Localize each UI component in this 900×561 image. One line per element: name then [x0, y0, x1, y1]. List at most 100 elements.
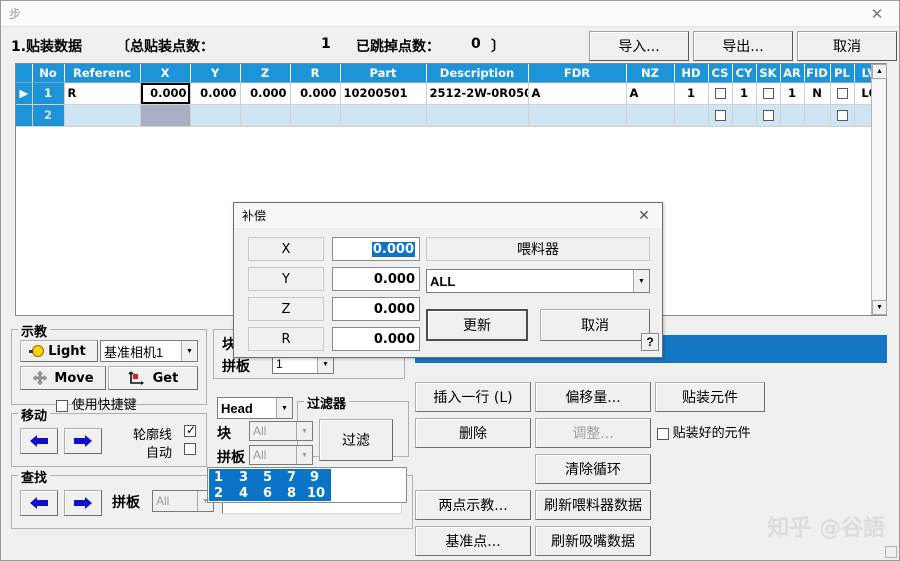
import-button[interactable]: 导入...	[589, 31, 689, 61]
move-button[interactable]: Move	[20, 366, 106, 390]
number-cell-1[interactable]: 1	[214, 470, 223, 485]
cell-hd[interactable]	[674, 104, 708, 126]
clear-loop-button[interactable]: 清除循环	[535, 454, 651, 484]
cell-reference[interactable]	[64, 104, 140, 126]
cell-hd[interactable]: 1	[674, 82, 708, 104]
cell-z[interactable]: 0.000	[240, 82, 290, 104]
chevron-down-icon[interactable]: ▼	[633, 270, 649, 292]
cell-fid[interactable]: N	[804, 82, 830, 104]
cell-cs[interactable]	[708, 82, 732, 104]
cell-nz[interactable]: A	[626, 82, 674, 104]
cell-reference[interactable]: R	[64, 82, 140, 104]
col-cs[interactable]: CS	[708, 64, 732, 82]
dialog-r-input[interactable]: 0.000	[332, 327, 420, 351]
col-reference[interactable]: Referenc	[64, 64, 140, 82]
col-no[interactable]: No	[32, 64, 64, 82]
number-cell-6[interactable]: 6	[263, 486, 272, 501]
close-icon[interactable]: ✕	[855, 1, 899, 26]
col-cy[interactable]: CY	[732, 64, 756, 82]
col-z[interactable]: Z	[240, 64, 290, 82]
chevron-down-icon[interactable]: ▼	[181, 341, 197, 361]
help-button[interactable]: ?	[641, 333, 659, 351]
number-cell-7[interactable]: 7	[287, 470, 296, 485]
cell-pl[interactable]	[830, 82, 854, 104]
cell-cy[interactable]	[732, 104, 756, 126]
col-fdr[interactable]: FDR	[528, 64, 626, 82]
number-cell-9[interactable]: 9	[310, 470, 319, 485]
chevron-down-icon[interactable]: ▼	[296, 422, 312, 440]
cell-nz[interactable]	[626, 104, 674, 126]
cell-cy[interactable]: 1	[732, 82, 756, 104]
cell-y[interactable]	[190, 104, 240, 126]
fiducial-button[interactable]: 基准点...	[415, 526, 531, 556]
col-description[interactable]: Description	[426, 64, 528, 82]
head-select[interactable]: Head ▼	[217, 397, 293, 419]
col-x[interactable]: X	[140, 64, 190, 82]
dialog-cancel-button[interactable]: 取消	[540, 309, 650, 341]
cell-r[interactable]: 0.000	[290, 82, 340, 104]
refresh-nozzle-button[interactable]: 刷新吸嘴数据	[535, 526, 651, 556]
col-hd[interactable]: HD	[674, 64, 708, 82]
cell-sk[interactable]	[756, 104, 780, 126]
refresh-feeder-button[interactable]: 刷新喂料器数据	[535, 490, 651, 520]
move-right-button[interactable]	[64, 428, 102, 454]
scrollbar-track[interactable]	[872, 80, 886, 299]
cell-description[interactable]: 2512-2W-0R050-1	[426, 82, 528, 104]
filter-block-select[interactable]: All ▼	[249, 421, 313, 441]
cell-y[interactable]: 0.000	[190, 82, 240, 104]
chevron-down-icon[interactable]: ▼	[296, 446, 312, 464]
light-button[interactable]: Light	[20, 340, 98, 362]
cell-part[interactable]: 10200501	[340, 82, 426, 104]
number-cell-4[interactable]: 4	[239, 486, 248, 501]
checkbox-sk[interactable]	[763, 110, 774, 121]
dialog-update-button[interactable]: 更新	[426, 309, 528, 341]
cancel-button[interactable]: 取消	[797, 31, 897, 61]
dialog-close-icon[interactable]: ✕	[626, 203, 662, 228]
number-cell-8[interactable]: 8	[287, 486, 296, 501]
number-cell-3[interactable]: 3	[239, 470, 248, 485]
cell-z[interactable]	[240, 104, 290, 126]
cell-pl[interactable]	[830, 104, 854, 126]
export-button[interactable]: 导出...	[693, 31, 793, 61]
cell-fid[interactable]	[804, 104, 830, 126]
col-part[interactable]: Part	[340, 64, 426, 82]
checkbox-pl[interactable]	[837, 88, 848, 99]
placed-checkbox-row[interactable]: 贴装好的元件	[657, 422, 751, 441]
dialog-feeder-select[interactable]: ALL ▼	[426, 269, 650, 293]
filter-panel-select[interactable]: All ▼	[249, 445, 313, 465]
cell-ar[interactable]: 1	[780, 82, 804, 104]
scroll-down-icon[interactable]: ▼	[872, 300, 887, 315]
find-panel-select[interactable]: All ▼	[152, 490, 214, 512]
col-ar[interactable]: AR	[780, 64, 804, 82]
cell-fdr[interactable]	[528, 104, 626, 126]
camera-select[interactable]: 基准相机1 ▼	[100, 340, 198, 362]
checkbox-cs[interactable]	[715, 110, 726, 121]
checkbox-cs[interactable]	[715, 88, 726, 99]
table-row[interactable]: 2	[16, 104, 884, 126]
number-cell-5[interactable]: 5	[263, 470, 272, 485]
checkbox-pl[interactable]	[837, 110, 848, 121]
cell-x[interactable]: 0.000	[140, 82, 190, 104]
hotkey-checkbox[interactable]	[56, 400, 68, 412]
number-cell-10[interactable]: 10	[307, 486, 325, 501]
cell-sk[interactable]	[756, 82, 780, 104]
find-next-button[interactable]	[64, 490, 102, 516]
number-grid[interactable]: 1 2 3 4 5 6 7 8 9 10	[207, 467, 407, 503]
insert-row-button[interactable]: 插入一行 (L)	[415, 382, 531, 412]
cell-fdr[interactable]: A	[528, 82, 626, 104]
place-component-button[interactable]: 贴装元件	[655, 382, 765, 412]
get-button[interactable]: Get	[108, 366, 198, 390]
dialog-x-input[interactable]: 0.000	[332, 237, 420, 261]
cell-x[interactable]	[140, 104, 190, 126]
offset-button[interactable]: 偏移量...	[535, 382, 651, 412]
placed-checkbox[interactable]	[657, 428, 669, 440]
dialog-z-input[interactable]: 0.000	[332, 297, 420, 321]
find-prev-button[interactable]	[20, 490, 58, 516]
table-row[interactable]: ▶ 1 R 0.000 0.000 0.000 0.000 10200501 2…	[16, 82, 884, 104]
auto-checkbox[interactable]	[184, 443, 196, 455]
col-y[interactable]: Y	[190, 64, 240, 82]
cell-ar[interactable]	[780, 104, 804, 126]
hotkey-checkbox-row[interactable]: 使用快捷键	[56, 394, 137, 413]
chevron-down-icon[interactable]: ▼	[276, 398, 292, 418]
delete-button[interactable]: 删除	[415, 418, 531, 448]
